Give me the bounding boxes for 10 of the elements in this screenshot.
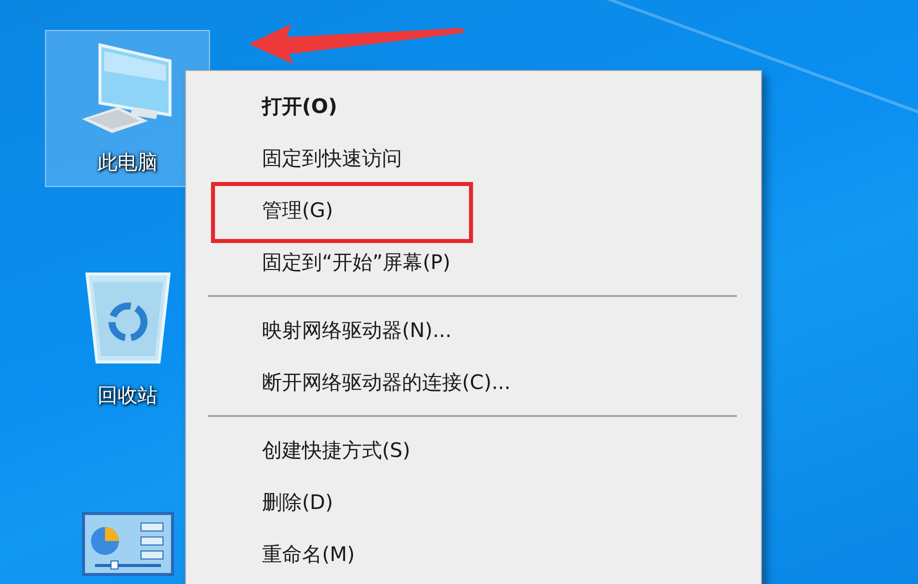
menu-item[interactable]: 删除(D) [262, 487, 334, 517]
menu-item[interactable]: 固定到“开始”屏幕(P) [262, 247, 450, 277]
menu-item[interactable]: 映射网络驱动器(N)... [262, 315, 452, 345]
menu-item[interactable]: 重命名(M) [262, 539, 355, 569]
menu-item[interactable]: 管理(G) [262, 195, 334, 225]
menu-item[interactable]: 固定到快速访问 [262, 143, 402, 173]
menu-item[interactable]: 断开网络驱动器的连接(C)... [262, 367, 511, 397]
menu-item[interactable]: 打开(O) [262, 91, 338, 121]
menu-item[interactable]: 创建快捷方式(S) [262, 435, 410, 465]
control-panel-icon [80, 511, 174, 577]
